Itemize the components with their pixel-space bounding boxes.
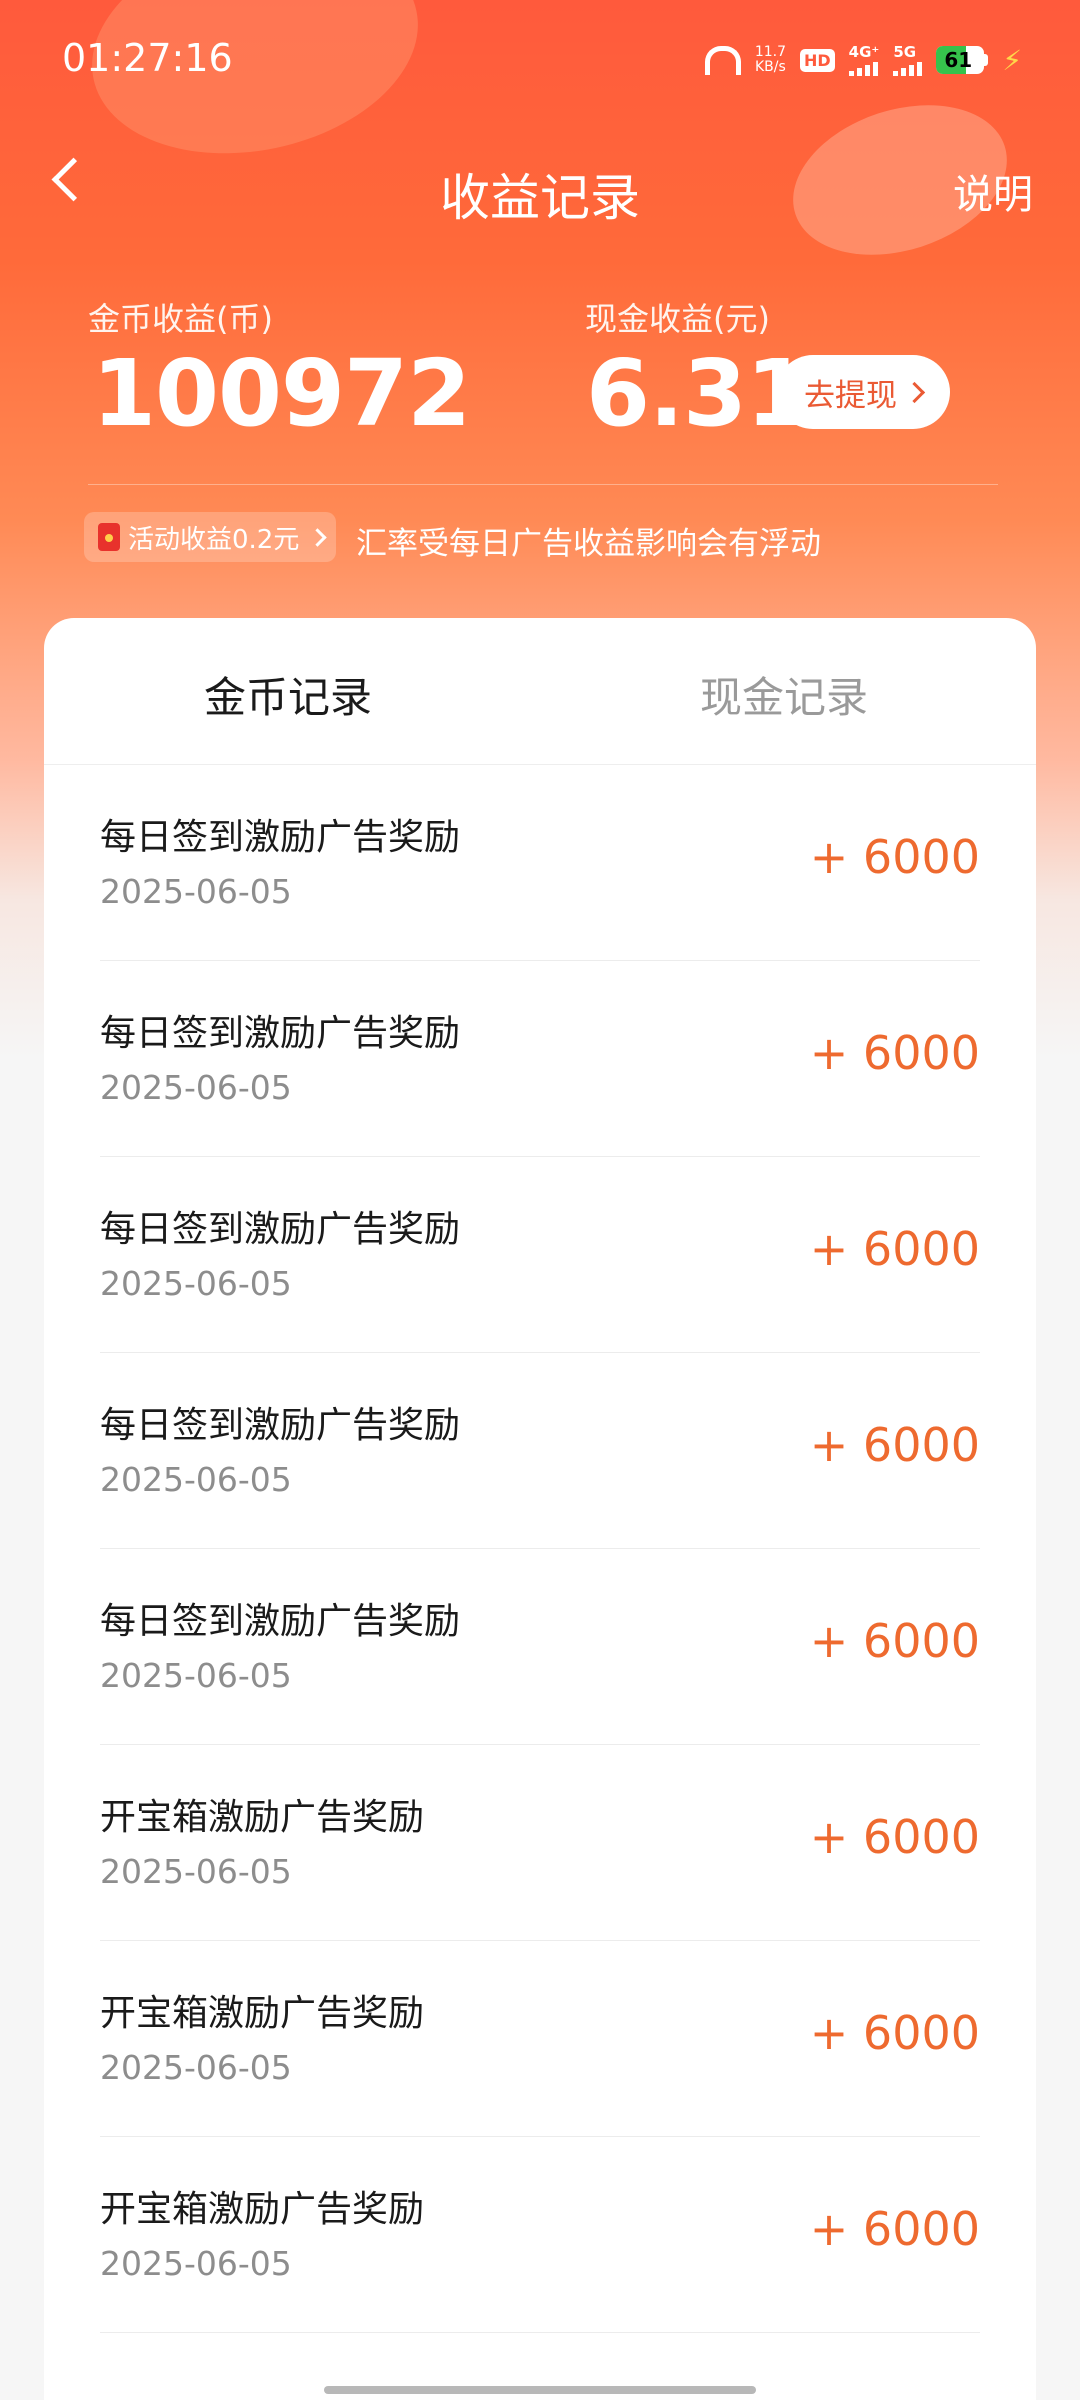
status-icons: 11.7 KB/s HD 4G⁺ 5G 61 ⚡ [704, 36, 1022, 84]
withdraw-label: 去提现 [804, 377, 897, 414]
record-title: 开宝箱激励广告奖励 [100, 1993, 425, 2034]
battery-percent: 61 [944, 48, 973, 72]
record-row: 每日签到激励广告奖励 2025-06-05 + 6000 [100, 960, 980, 1157]
record-row: 每日签到激励广告奖励 2025-06-05 + 6000 [100, 764, 980, 961]
record-row: 开宝箱激励广告奖励 2025-06-05 + 6000 [100, 1940, 980, 2137]
red-envelope-icon [98, 523, 120, 551]
record-date: 2025-06-05 [100, 2244, 292, 2283]
tab-coin-records[interactable]: 金币记录 [204, 664, 372, 725]
record-date: 2025-06-05 [100, 1852, 292, 1891]
record-tabs: 金币记录 现金记录 [44, 618, 1036, 765]
record-amount: + 6000 [809, 830, 980, 884]
record-amount: + 6000 [809, 1418, 980, 1472]
summary-divider [88, 484, 998, 485]
record-title: 每日签到激励广告奖励 [100, 1209, 461, 1250]
network-speed: 11.7 KB/s [754, 44, 786, 75]
record-date: 2025-06-05 [100, 1460, 292, 1499]
record-row: 每日签到激励广告奖励 2025-06-05 + 6000 [100, 1352, 980, 1549]
coin-earnings-value: 100972 [92, 340, 471, 447]
record-amount: + 6000 [809, 2006, 980, 2060]
records-card: 金币记录 现金记录 每日签到激励广告奖励 2025-06-05 + 6000 每… [44, 618, 1036, 2400]
headphone-icon [704, 45, 741, 75]
record-row: 开宝箱激励广告奖励 2025-06-05 + 6000 [100, 1744, 980, 1941]
record-title: 每日签到激励广告奖励 [100, 1601, 461, 1642]
record-date: 2025-06-05 [100, 1068, 292, 1107]
record-title: 开宝箱激励广告奖励 [100, 2189, 425, 2230]
charging-bolt-icon: ⚡ [1002, 43, 1022, 77]
record-date: 2025-06-05 [100, 1264, 292, 1303]
hd-voice-icon: HD [799, 48, 835, 72]
status-time: 01:27:16 [62, 36, 233, 80]
chevron-right-icon [308, 527, 328, 547]
help-link[interactable]: 说明 [953, 162, 1033, 220]
tab-cash-records[interactable]: 现金记录 [700, 664, 868, 725]
withdraw-button[interactable]: 去提现 [776, 355, 950, 429]
home-indicator[interactable] [324, 2386, 756, 2394]
battery-icon: 61 [936, 46, 989, 74]
activity-earnings-chip[interactable]: 活动收益0.2元 [84, 512, 337, 562]
record-title: 每日签到激励广告奖励 [100, 1405, 461, 1446]
chevron-right-icon [903, 381, 926, 403]
record-row: 开宝箱激励广告奖励 2025-06-05 + 6000 [100, 2136, 980, 2333]
activity-earnings-label: 活动收益0.2元 [128, 524, 300, 555]
record-date: 2025-06-05 [100, 872, 292, 911]
record-amount: + 6000 [809, 1810, 980, 1864]
record-title: 开宝箱激励广告奖励 [100, 1797, 425, 1838]
signal-sim2-icon: 5G [893, 44, 923, 76]
record-amount: + 6000 [809, 1614, 980, 1668]
record-amount: + 6000 [809, 1222, 980, 1276]
exchange-rate-note: 汇率受每日广告收益影响会有浮动 [356, 526, 821, 562]
record-amount: + 6000 [809, 2202, 980, 2256]
record-row: 每日签到激励广告奖励 2025-06-05 + 6000 [100, 1548, 980, 1745]
signal-sim1-icon: 4G⁺ [848, 44, 879, 76]
record-amount: + 6000 [809, 1026, 980, 1080]
record-title: 每日签到激励广告奖励 [100, 817, 461, 858]
coin-earnings-label: 金币收益(币) [88, 300, 273, 338]
record-date: 2025-06-05 [100, 2048, 292, 2087]
record-date: 2025-06-05 [100, 1656, 292, 1695]
page-title: 收益记录 [440, 169, 640, 227]
cash-earnings-label: 现金收益(元) [585, 300, 770, 338]
record-row: 每日签到激励广告奖励 2025-06-05 + 6000 [100, 1156, 980, 1353]
record-title: 每日签到激励广告奖励 [100, 1013, 461, 1054]
